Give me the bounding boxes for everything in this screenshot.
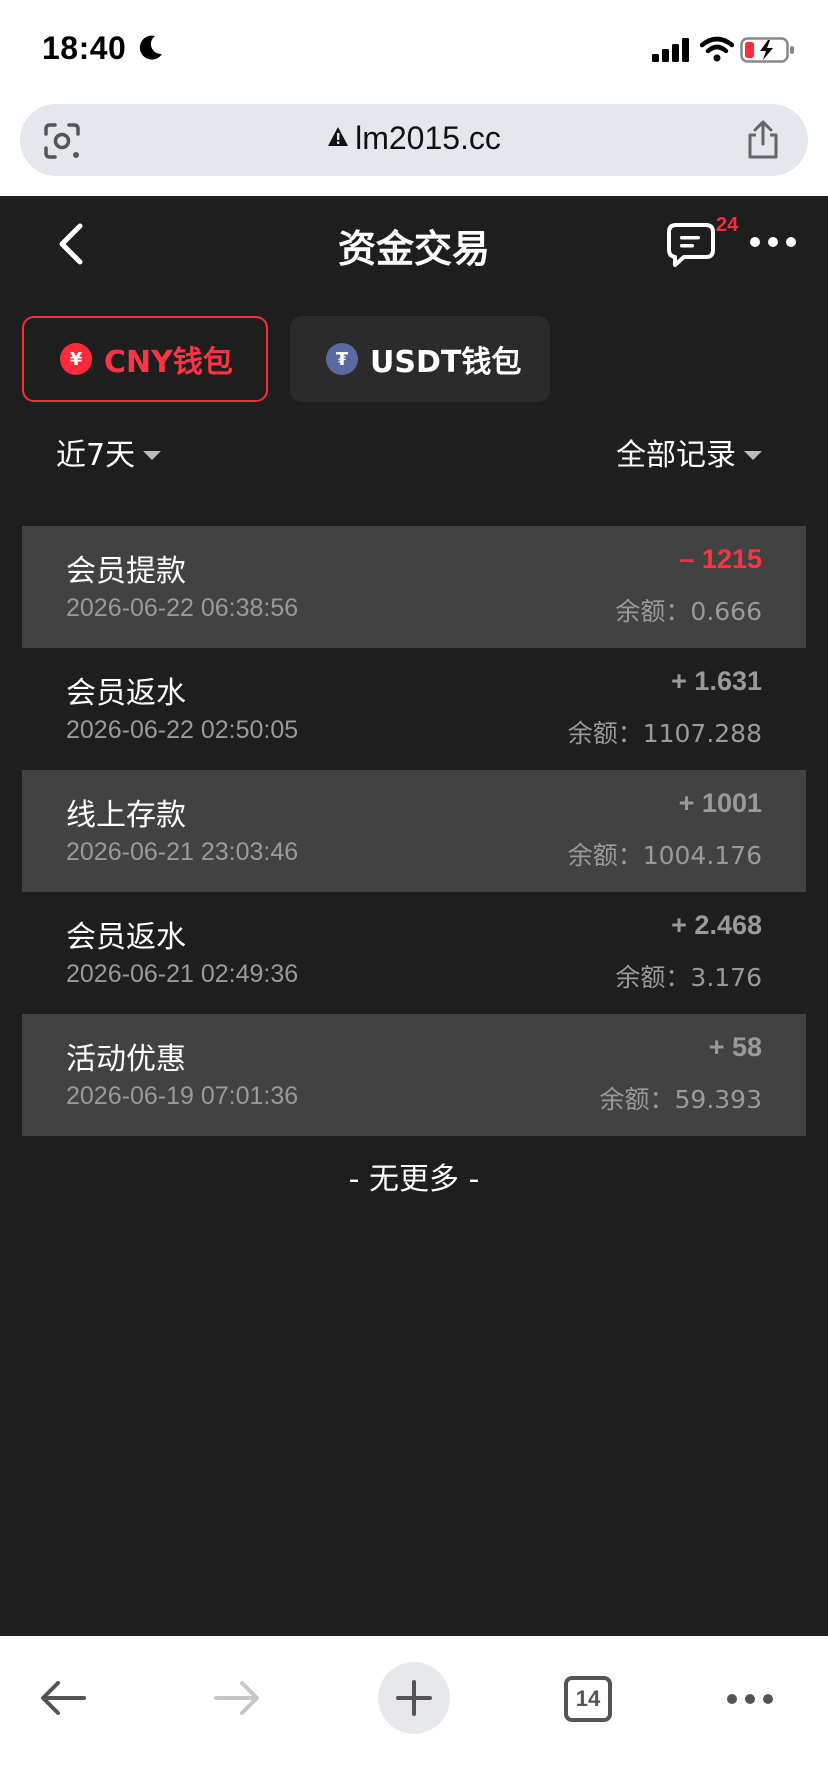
new-tab-button[interactable] [378, 1662, 450, 1734]
plus-icon [396, 1680, 432, 1716]
no-more-text: - 无更多 - [348, 1162, 480, 1197]
more-dots-icon[interactable] [748, 234, 798, 250]
app-content: 资金交易 24 ¥ CNY钱包 ₮ USDT钱包 近7天 全部记录 会员提款 2… [0, 196, 828, 1636]
transaction-row[interactable]: 线上存款 2026-06-21 23:03:46 + 1001 余额：1004.… [22, 770, 806, 892]
transaction-type: 活动优惠 [66, 1042, 186, 1077]
transaction-amount: + 1.631 [671, 666, 762, 696]
transaction-row[interactable]: 会员返水 2026-06-22 02:50:05 + 1.631 余额：1107… [22, 648, 806, 770]
battery-charging-icon [740, 37, 794, 63]
wifi-icon [700, 36, 734, 62]
transaction-row[interactable]: 会员提款 2026-06-22 06:38:56 – 1215 余额：0.666 [22, 526, 806, 648]
arrow-left-icon[interactable] [38, 1678, 88, 1718]
status-time: 18:40 [42, 30, 127, 66]
message-icon[interactable] [666, 222, 716, 268]
url-display[interactable]: lm2015.cc [20, 120, 808, 157]
transaction-amount: + 58 [708, 1032, 762, 1062]
tab-usdt-label: USDT钱包 [370, 345, 522, 380]
transaction-datetime: 2026-06-19 07:01:36 [66, 1082, 299, 1110]
transaction-balance: 余额：1004.176 [567, 841, 762, 870]
address-bar[interactable]: lm2015.cc [20, 104, 808, 176]
warning-icon [328, 127, 349, 146]
tab-count-button[interactable]: 14 [564, 1676, 612, 1722]
transaction-amount: + 1001 [678, 788, 762, 818]
transaction-amount: – 1215 [679, 544, 762, 574]
transaction-type: 会员返水 [66, 676, 186, 711]
transaction-type: 会员提款 [66, 554, 186, 589]
transaction-datetime: 2026-06-21 02:49:36 [66, 960, 299, 988]
more-dots-icon[interactable] [726, 1692, 774, 1706]
arrow-right-icon[interactable] [212, 1678, 262, 1718]
period-filter-dropdown[interactable]: 近7天 [56, 430, 162, 474]
transaction-row[interactable]: 活动优惠 2026-06-19 07:01:36 + 58 余额：59.393 [22, 1014, 806, 1136]
tab-cny-wallet[interactable]: ¥ CNY钱包 [22, 316, 268, 402]
cellular-signal-icon [652, 38, 689, 62]
caret-down-icon [744, 450, 762, 460]
transaction-type: 线上存款 [66, 798, 186, 833]
tab-cny-label: CNY钱包 [104, 345, 233, 380]
caret-down-icon [143, 450, 162, 460]
transaction-balance: 余额：59.393 [599, 1085, 762, 1114]
transaction-type: 会员返水 [66, 920, 186, 955]
record-type-dropdown[interactable]: 全部记录 [616, 430, 762, 474]
transaction-amount: + 2.468 [671, 910, 762, 940]
transaction-datetime: 2026-06-22 02:50:05 [66, 716, 299, 744]
transaction-balance: 余额：0.666 [615, 597, 762, 626]
message-badge: 24 [716, 214, 739, 236]
usdt-coin-icon: ₮ [326, 343, 358, 375]
share-icon[interactable] [744, 120, 782, 160]
url-text: lm2015.cc [355, 120, 501, 156]
transaction-balance: 余额：1107.288 [567, 719, 762, 748]
top-nav: 资金交易 24 [0, 196, 828, 292]
record-type-label: 全部记录 [616, 438, 736, 473]
tab-usdt-wallet[interactable]: ₮ USDT钱包 [290, 316, 550, 402]
transaction-balance: 余额：3.176 [615, 963, 762, 992]
transaction-datetime: 2026-06-22 06:38:56 [66, 594, 299, 622]
cny-coin-icon: ¥ [60, 343, 92, 375]
browser-toolbar: 14 [0, 1636, 828, 1792]
period-filter-label: 近7天 [56, 438, 136, 473]
transaction-row[interactable]: 会员返水 2026-06-21 02:49:36 + 2.468 余额：3.17… [22, 892, 806, 1014]
status-bar: 18:40 [0, 0, 828, 100]
transaction-list: 会员提款 2026-06-22 06:38:56 – 1215 余额：0.666… [22, 526, 806, 1136]
transaction-datetime: 2026-06-21 23:03:46 [66, 838, 299, 866]
moon-icon [139, 35, 162, 60]
